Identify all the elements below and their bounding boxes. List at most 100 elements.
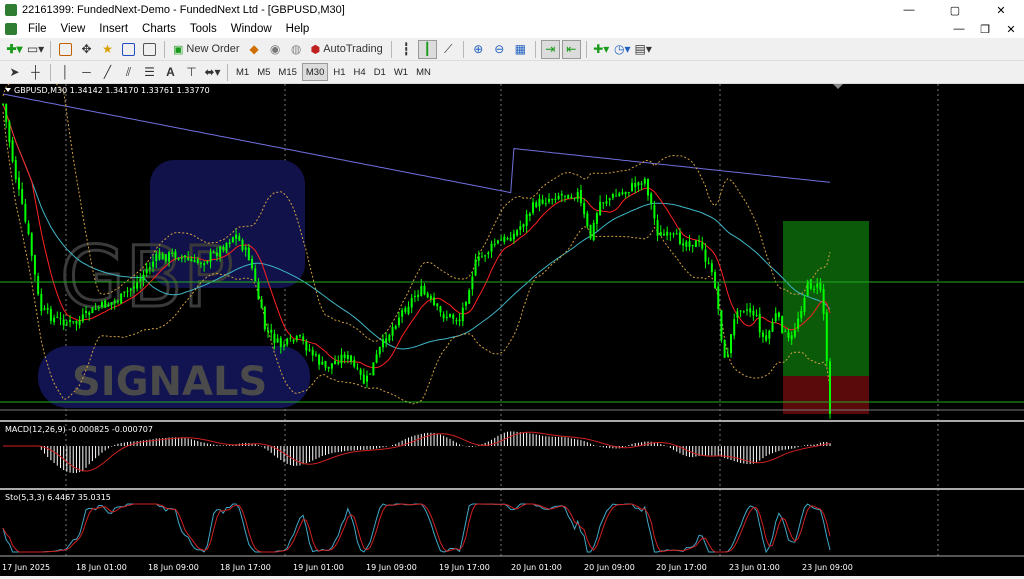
candle-body [401,310,404,317]
timeframe-d1[interactable]: D1 [371,63,389,81]
candle-body [809,279,812,289]
periods-icon[interactable]: ◷▾ [613,40,632,59]
candle-body [404,308,407,312]
timeframe-m30[interactable]: M30 [301,63,329,81]
candle-body [730,334,733,353]
toolbar-separator [50,63,51,81]
candle-body [656,220,659,236]
vertical-line-icon[interactable]: │ [56,63,75,82]
candle-body [627,192,630,194]
equidistant-channel-icon[interactable]: ⫽ [119,63,138,82]
text-icon[interactable]: A [161,63,180,82]
candle-body [407,306,410,314]
candle-body [69,319,72,323]
candle-body [235,234,238,239]
autotrading-button[interactable]: ⬢ AutoTrading [308,40,386,59]
chart-shift-icon[interactable]: ⇤ [561,39,581,59]
menu-insert[interactable]: Insert [92,20,135,38]
candle-body [452,314,455,319]
candle-body [369,373,372,375]
timeframe-m1[interactable]: M1 [233,63,252,81]
navigator-icon[interactable]: ★ [98,40,117,59]
profiles-icon[interactable]: ▭▾ [26,40,45,59]
price-chart[interactable]: GBP SIGNALS GBPUSD,M30 1.34142 1.34170 1… [0,84,1024,576]
maximize-button[interactable]: ▢ [932,0,978,20]
candle-body [110,302,113,305]
trend-line-icon[interactable]: ╱ [98,63,117,82]
new-chart-icon[interactable]: ✚▾ [5,40,24,59]
candle-body [567,195,570,199]
strategy-tester-icon[interactable] [140,40,159,59]
cursor-icon[interactable]: ➤ [5,63,24,82]
minimize-button[interactable]: — [886,0,932,20]
timeframe-w1[interactable]: W1 [391,63,411,81]
candle-body [46,308,49,310]
auto-scroll-icon[interactable]: ⇥ [540,39,560,59]
timeframe-mn[interactable]: MN [413,63,434,81]
horizontal-line-icon[interactable]: ─ [77,63,96,82]
child-minimize-button[interactable]: — [946,20,972,38]
templates-icon[interactable]: ▤▾ [634,40,653,59]
child-restore-button[interactable]: ❐ [972,20,998,38]
time-label: 23 Jun 01:00 [729,563,780,572]
zoom-in-icon[interactable]: ⊕ [469,40,488,59]
candle-body [375,354,378,363]
child-close-button[interactable]: ✕ [998,20,1024,38]
candle-body [723,339,726,358]
text-label-icon[interactable]: ⊤ [182,63,201,82]
fibonacci-icon[interactable]: ☰ [140,63,159,82]
line-chart-icon[interactable]: ⟋ [439,40,458,59]
menu-file[interactable]: File [21,20,54,38]
candle-body [592,222,595,241]
menu-tools[interactable]: Tools [183,20,224,38]
timeframe-h1[interactable]: H1 [330,63,348,81]
market-icon[interactable]: ◉ [266,40,285,59]
candle-body [247,247,250,261]
close-button[interactable]: ✕ [978,0,1024,20]
market-watch-icon[interactable] [56,40,75,59]
candlestick-icon[interactable]: ┃ [417,39,437,59]
candle-body [650,193,653,204]
candle-body [72,321,75,323]
terminal-icon[interactable] [119,40,138,59]
candle-body [682,243,685,246]
data-window-icon[interactable]: ✥ [77,40,96,59]
candle-body [289,337,292,339]
toolbar-separator [390,40,392,58]
zoom-out-icon[interactable]: ⊖ [490,40,509,59]
candle-body [573,197,576,199]
menu-view[interactable]: View [54,20,93,38]
candle-body [752,310,755,316]
candle-body [161,254,164,260]
candle-body [174,251,177,258]
candle-body [745,309,748,311]
chart-window[interactable]: GBP SIGNALS GBPUSD,M30 1.34142 1.34170 1… [0,84,1024,576]
timeframe-m15[interactable]: M15 [275,63,299,81]
timeframe-h4[interactable]: H4 [351,63,369,81]
arrows-icon[interactable]: ⬌▾ [203,63,222,82]
time-label: 20 Jun 01:00 [511,563,562,572]
menu-window[interactable]: Window [224,20,279,38]
time-label: 19 Jun 01:00 [293,563,344,572]
tile-windows-icon[interactable]: ▦ [511,40,530,59]
candle-body [691,244,694,247]
metaeditor-icon[interactable]: ◆ [245,40,264,59]
candle-body [346,354,349,360]
candle-body [554,198,557,201]
timeframe-m5[interactable]: M5 [254,63,273,81]
chart-window-icon[interactable] [5,23,17,35]
candle-body [464,301,467,306]
candle-body [535,202,538,208]
bar-chart-icon[interactable]: ┇ [397,40,416,59]
toolbar-separator [227,63,228,81]
candle-body [736,311,739,318]
chart-shift-marker[interactable] [833,84,843,89]
indicators-icon[interactable]: ✚▾ [592,40,611,59]
signals-icon[interactable]: ◍ [287,40,306,59]
candle-body [611,194,614,198]
crosshair-icon[interactable]: ┼ [26,63,45,82]
menu-help[interactable]: Help [279,20,317,38]
menu-charts[interactable]: Charts [135,20,183,38]
candle-body [123,291,126,293]
new-order-button[interactable]: ▣ New Order [170,40,243,59]
